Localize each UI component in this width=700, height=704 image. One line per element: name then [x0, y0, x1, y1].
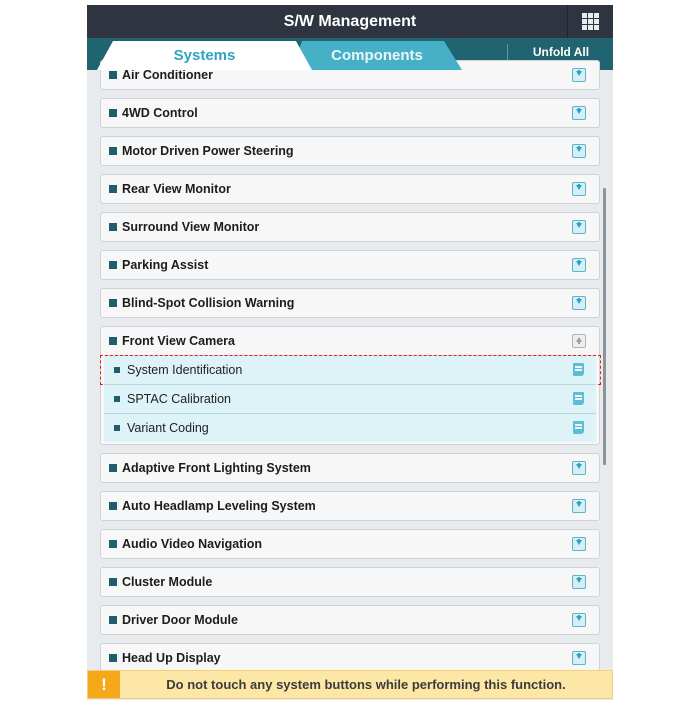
- tab-components[interactable]: Components: [292, 41, 462, 70]
- system-label: Auto Headlamp Leveling System: [122, 499, 316, 513]
- bullet-icon: [109, 185, 117, 193]
- download-icon[interactable]: [572, 613, 586, 627]
- group-label: Front View Camera: [122, 334, 236, 348]
- download-icon[interactable]: [572, 144, 586, 158]
- document-icon[interactable]: [573, 421, 584, 434]
- system-label: Motor Driven Power Steering: [122, 144, 294, 158]
- sub-item-label: Variant Coding: [127, 421, 209, 435]
- download-icon[interactable]: [572, 651, 586, 665]
- expanded-system-group: Front View Camera System Identification SP…: [100, 326, 601, 445]
- download-icon[interactable]: [572, 461, 586, 475]
- system-list-item[interactable]: Audio Video Navigation: [100, 529, 600, 559]
- bullet-icon: [114, 396, 120, 402]
- system-list-item[interactable]: Auto Headlamp Leveling System: [100, 491, 600, 521]
- bullet-icon: [109, 616, 117, 624]
- bullet-icon: [109, 109, 117, 117]
- system-label: 4WD Control: [122, 106, 198, 120]
- bullet-icon: [109, 464, 117, 472]
- system-label: Audio Video Navigation: [122, 537, 263, 551]
- systems-list: Air Conditioner 4WD Control Motor Driven P…: [87, 60, 613, 673]
- bullet-icon: [109, 337, 117, 345]
- bullet-icon: [109, 540, 117, 548]
- system-label: Parking Assist: [122, 258, 209, 272]
- download-icon[interactable]: [572, 258, 586, 272]
- warning-text: Do not touch any system buttons while pe…: [166, 677, 566, 692]
- bullet-icon: [109, 502, 117, 510]
- system-label: Rear View Monitor: [122, 182, 231, 196]
- tab-systems[interactable]: Systems: [97, 41, 312, 70]
- sub-item[interactable]: Variant Coding: [104, 413, 596, 442]
- document-icon[interactable]: [573, 363, 584, 376]
- download-icon[interactable]: [572, 106, 586, 120]
- scrollbar[interactable]: [603, 188, 606, 465]
- system-list-item[interactable]: Driver Door Module: [100, 605, 600, 635]
- system-label: Cluster Module: [122, 575, 213, 589]
- warning-banner: ! Do not touch any system buttons while …: [87, 670, 613, 699]
- system-label: Surround View Monitor: [122, 220, 260, 234]
- sw-management-panel: S/W Management Systems Components Unfold…: [87, 5, 613, 700]
- system-list-item[interactable]: Rear View Monitor: [100, 174, 600, 204]
- download-icon[interactable]: [572, 296, 586, 310]
- system-label: Adaptive Front Lighting System: [122, 461, 311, 475]
- system-list-item[interactable]: Parking Assist: [100, 250, 600, 280]
- download-icon[interactable]: [572, 537, 586, 551]
- system-list-item[interactable]: Adaptive Front Lighting System: [100, 453, 600, 483]
- system-label: Head Up Display: [122, 651, 221, 665]
- bullet-icon: [109, 71, 117, 79]
- bullet-icon: [109, 147, 117, 155]
- system-list-item[interactable]: Surround View Monitor: [100, 212, 600, 242]
- sub-item-label: System Identification: [127, 363, 243, 377]
- warning-icon: !: [88, 671, 120, 698]
- bullet-icon: [114, 425, 120, 431]
- system-list-item[interactable]: 4WD Control: [100, 98, 600, 128]
- bullet-icon: [109, 223, 117, 231]
- collapse-up-icon[interactable]: [572, 334, 586, 348]
- system-label: Blind-Spot Collision Warning: [122, 296, 295, 310]
- download-icon[interactable]: [572, 575, 586, 589]
- system-list-item[interactable]: Cluster Module: [100, 567, 600, 597]
- document-icon[interactable]: [573, 392, 584, 405]
- sub-item[interactable]: System Identification: [100, 355, 601, 385]
- download-icon[interactable]: [572, 499, 586, 513]
- system-list-item[interactable]: Blind-Spot Collision Warning: [100, 288, 600, 318]
- page-title: S/W Management: [283, 13, 417, 30]
- sub-item[interactable]: SPTAC Calibration: [104, 384, 596, 413]
- system-label: Driver Door Module: [122, 613, 238, 627]
- bullet-icon: [109, 654, 117, 662]
- bullet-icon: [109, 299, 117, 307]
- bullet-icon: [114, 367, 120, 373]
- sub-item-label: SPTAC Calibration: [127, 392, 231, 406]
- bullet-icon: [109, 578, 117, 586]
- download-icon[interactable]: [572, 182, 586, 196]
- download-icon[interactable]: [572, 68, 586, 82]
- bullet-icon: [109, 261, 117, 269]
- menu-button[interactable]: [567, 5, 613, 38]
- header-bar: S/W Management: [87, 5, 613, 38]
- download-icon[interactable]: [572, 220, 586, 234]
- group-header[interactable]: Front View Camera: [101, 327, 599, 355]
- grid-icon: [582, 13, 599, 30]
- system-list-item[interactable]: Motor Driven Power Steering: [100, 136, 600, 166]
- system-list-item[interactable]: Head Up Display: [100, 643, 600, 673]
